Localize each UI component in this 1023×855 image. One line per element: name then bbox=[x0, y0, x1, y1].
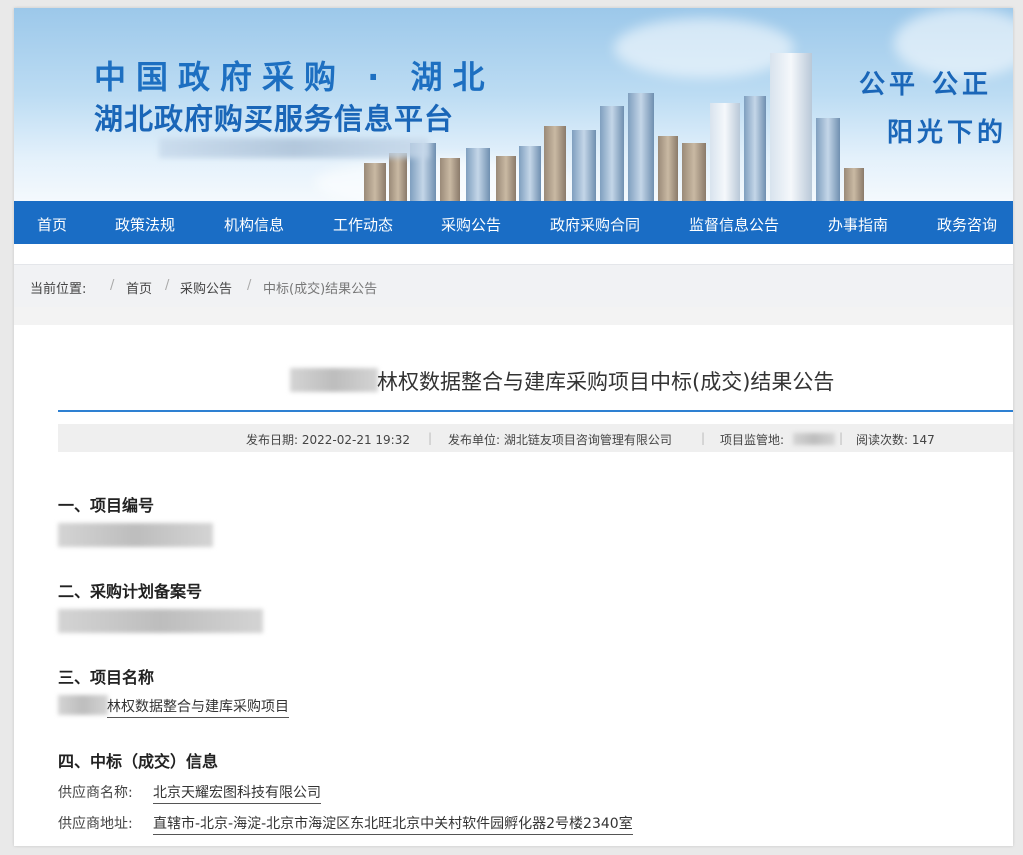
project-name: 林权数据整合与建库采购项目 bbox=[107, 696, 289, 718]
nav-item-consult[interactable]: 政务咨询 bbox=[937, 214, 997, 235]
section-heading-winner-info: 四、中标（成交）信息 bbox=[58, 752, 219, 771]
supplier-name-label: 供应商名称: bbox=[58, 785, 133, 801]
nav-item-guide[interactable]: 办事指南 bbox=[828, 214, 888, 235]
main-nav: 首页 政策法规 机构信息 工作动态 采购公告 政府采购合同 监督信息公告 办事指… bbox=[14, 201, 1013, 244]
nav-item-news[interactable]: 工作动态 bbox=[333, 214, 393, 235]
meta-divider: | bbox=[701, 431, 706, 445]
article-title: 林权数据整合与建库采购项目中标(成交)结果公告 bbox=[377, 370, 835, 394]
read-count: 阅读次数: 147 bbox=[856, 433, 935, 447]
breadcrumb-home[interactable]: 首页 bbox=[126, 278, 152, 297]
breadcrumb-separator: / bbox=[110, 278, 115, 293]
banner-title: 中国政府采购 · 湖北 bbox=[94, 58, 495, 96]
divider-band bbox=[14, 307, 1013, 325]
breadcrumb-separator: / bbox=[247, 278, 252, 293]
publisher: 发布单位: 湖北链友项目咨询管理有限公司 bbox=[448, 433, 672, 447]
title-divider bbox=[58, 410, 1013, 412]
redacted-text bbox=[793, 433, 835, 445]
supplier-address: 直辖市-北京-海淀-北京市海淀区东北旺北京中关村软件园孵化器2号楼2340室 bbox=[153, 813, 633, 835]
meta-divider: | bbox=[428, 431, 433, 445]
redacted-text bbox=[58, 523, 213, 547]
breadcrumb-label: 当前位置: bbox=[30, 282, 87, 297]
banner-slogan-line2: 阳光下的 bbox=[887, 118, 1008, 148]
section-heading-project-number: 一、项目编号 bbox=[58, 496, 155, 515]
banner-subtitle: 湖北政府购买服务信息平台 bbox=[94, 102, 455, 136]
breadcrumb-procurement-notice[interactable]: 采购公告 bbox=[180, 278, 232, 297]
redacted-text bbox=[58, 609, 263, 633]
breadcrumb-separator: / bbox=[165, 278, 170, 293]
banner-slogan-line1: 公平 公正 bbox=[859, 70, 993, 100]
redacted-text bbox=[290, 368, 378, 392]
redacted-text bbox=[58, 695, 108, 715]
nav-item-agency[interactable]: 机构信息 bbox=[224, 214, 284, 235]
breadcrumb-current: 中标(成交)结果公告 bbox=[263, 282, 378, 297]
header-banner: 中国政府采购 · 湖北 湖北政府购买服务信息平台 公平 公正 阳光下的 bbox=[14, 8, 1013, 201]
page: 中国政府采购 · 湖北 湖北政府购买服务信息平台 公平 公正 阳光下的 首页 政… bbox=[14, 8, 1013, 846]
nav-item-contracts[interactable]: 政府采购合同 bbox=[550, 214, 640, 235]
supplier-name: 北京天耀宏图科技有限公司 bbox=[153, 782, 321, 804]
nav-item-home[interactable]: 首页 bbox=[37, 214, 67, 235]
breadcrumb: 当前位置: / 首页 / 采购公告 / 中标(成交)结果公告 bbox=[14, 264, 1013, 308]
meta-divider: | bbox=[839, 431, 844, 445]
nav-item-policy[interactable]: 政策法规 bbox=[115, 214, 175, 235]
supervisor-label: 项目监管地: bbox=[720, 433, 785, 447]
section-heading-project-name: 三、项目名称 bbox=[58, 668, 155, 687]
section-heading-plan-number: 二、采购计划备案号 bbox=[58, 582, 203, 601]
publish-date: 发布日期: 2022-02-21 19:32 bbox=[246, 433, 410, 447]
article-meta-bar: 发布日期: 2022-02-21 19:32 | 发布单位: 湖北链友项目咨询管… bbox=[58, 424, 1013, 452]
supplier-address-label: 供应商地址: bbox=[58, 816, 133, 832]
nav-item-procurement-notice[interactable]: 采购公告 bbox=[441, 214, 501, 235]
nav-item-supervision[interactable]: 监督信息公告 bbox=[689, 214, 779, 235]
blurred-url bbox=[159, 138, 429, 158]
